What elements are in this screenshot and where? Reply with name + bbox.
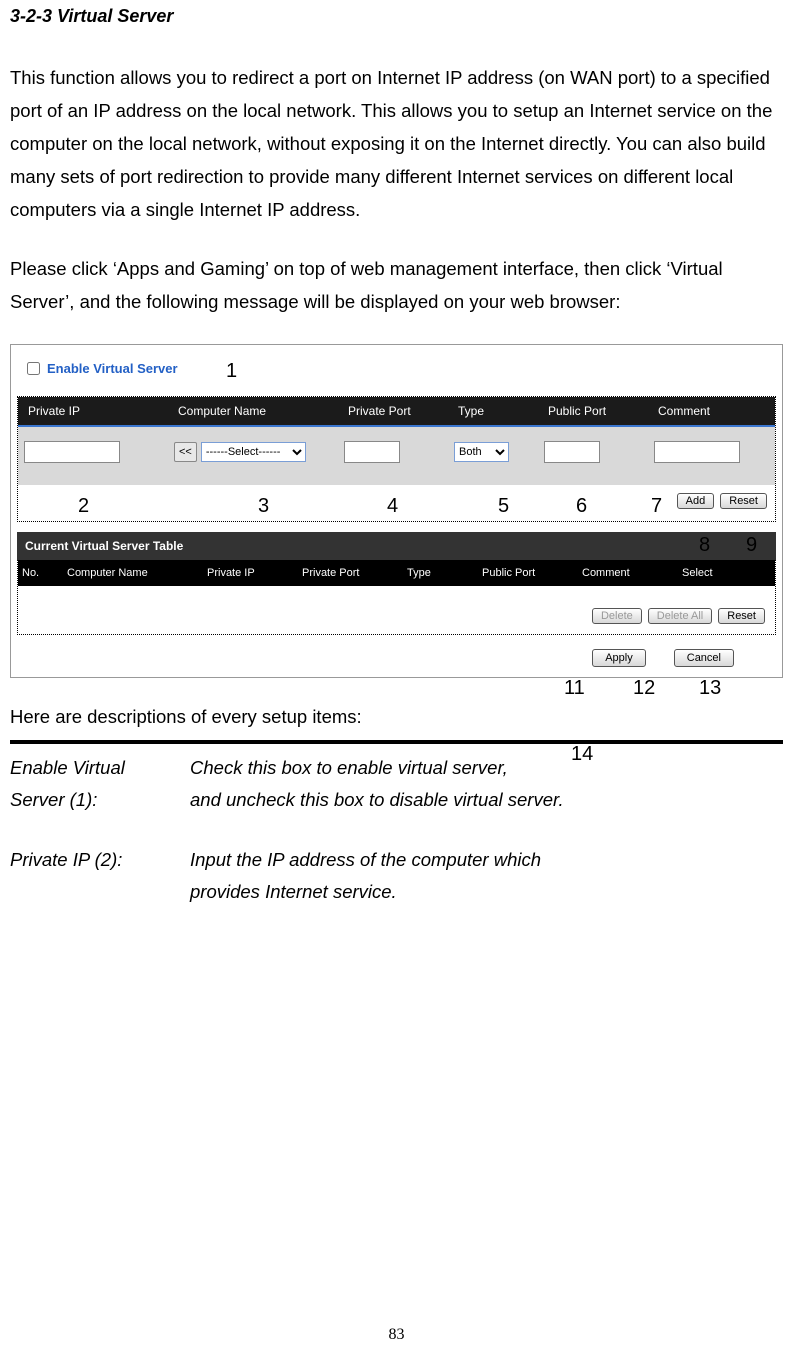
table-reset-button[interactable]: Reset [718, 608, 765, 624]
private-ip-input[interactable] [24, 441, 120, 463]
form-input-row: << ------Select------ Both [18, 427, 775, 485]
th-pub: Public Port [482, 567, 582, 579]
desc-label-private-ip: Private IP (2): [10, 844, 190, 908]
th-pp: Private Port [302, 567, 407, 579]
th-sel: Select [682, 567, 771, 579]
annotation-14: 14 [571, 743, 593, 766]
annotation-8: 8 [699, 534, 710, 557]
cancel-button[interactable]: Cancel [674, 649, 734, 667]
th-com: Comment [582, 567, 682, 579]
reset-button[interactable]: Reset [720, 493, 767, 509]
section-heading: 3-2-3 Virtual Server [10, 6, 783, 27]
public-port-input[interactable] [544, 441, 600, 463]
annotation-5: 5 [498, 495, 509, 518]
apply-button[interactable]: Apply [592, 649, 646, 667]
table-column-header: No. Computer Name Private IP Private Por… [18, 560, 775, 586]
header-type: Type [458, 404, 548, 418]
paragraph-1: This function allows you to redirect a p… [10, 61, 783, 226]
annotation-6: 6 [576, 495, 587, 518]
annotation-1: 1 [226, 360, 237, 383]
annotation-10: 10 [256, 567, 278, 590]
th-cn: Computer Name [67, 567, 207, 579]
delete-button[interactable]: Delete [592, 608, 642, 624]
annotation-9: 9 [746, 534, 757, 557]
header-computer-name: Computer Name [178, 404, 348, 418]
annotation-7: 7 [651, 495, 662, 518]
private-port-input[interactable] [344, 441, 400, 463]
annotation-11: 11 [564, 677, 585, 700]
current-table-title: Current Virtual Server Table [17, 532, 776, 560]
form-column-header: Private IP Computer Name Private Port Ty… [18, 397, 775, 427]
annotation-13: 13 [699, 677, 721, 700]
enable-virtual-server-checkbox[interactable] [27, 362, 40, 375]
add-button[interactable]: Add [677, 493, 715, 509]
comment-input[interactable] [654, 441, 740, 463]
descriptions-intro: Here are descriptions of every setup ite… [10, 706, 783, 728]
desc-text-enable: Check this box to enable virtual server,… [190, 752, 564, 816]
current-table-panel: No. Computer Name Private IP Private Por… [17, 560, 776, 635]
router-ui-screenshot: Enable Virtual Server Private IP Compute… [10, 344, 783, 678]
th-pip: Private IP [207, 567, 302, 579]
desc-row-enable: Enable Virtual Server (1): Check this bo… [10, 752, 783, 816]
enable-virtual-server-label: Enable Virtual Server [47, 361, 178, 376]
desc-text-private-ip: Input the IP address of the computer whi… [190, 844, 541, 908]
th-no: No. [22, 567, 67, 579]
header-private-port: Private Port [348, 404, 458, 418]
annotation-12: 12 [633, 677, 655, 700]
page-number: 83 [0, 1326, 793, 1344]
desc-label-enable: Enable Virtual Server (1): [10, 752, 190, 816]
header-comment: Comment [658, 404, 769, 418]
annotation-3: 3 [258, 495, 269, 518]
descriptions-divider [10, 740, 783, 744]
computer-name-select[interactable]: ------Select------ [201, 442, 306, 462]
header-public-port: Public Port [548, 404, 658, 418]
delete-all-button[interactable]: Delete All [648, 608, 712, 624]
type-select[interactable]: Both [454, 442, 509, 462]
annotation-4: 4 [387, 495, 398, 518]
annotation-2: 2 [78, 495, 89, 518]
copy-arrow-button[interactable]: << [174, 442, 197, 462]
desc-row-private-ip: Private IP (2): Input the IP address of … [10, 844, 783, 908]
th-ty: Type [407, 567, 482, 579]
header-private-ip: Private IP [24, 404, 178, 418]
paragraph-2: Please click ‘Apps and Gaming’ on top of… [10, 252, 783, 318]
